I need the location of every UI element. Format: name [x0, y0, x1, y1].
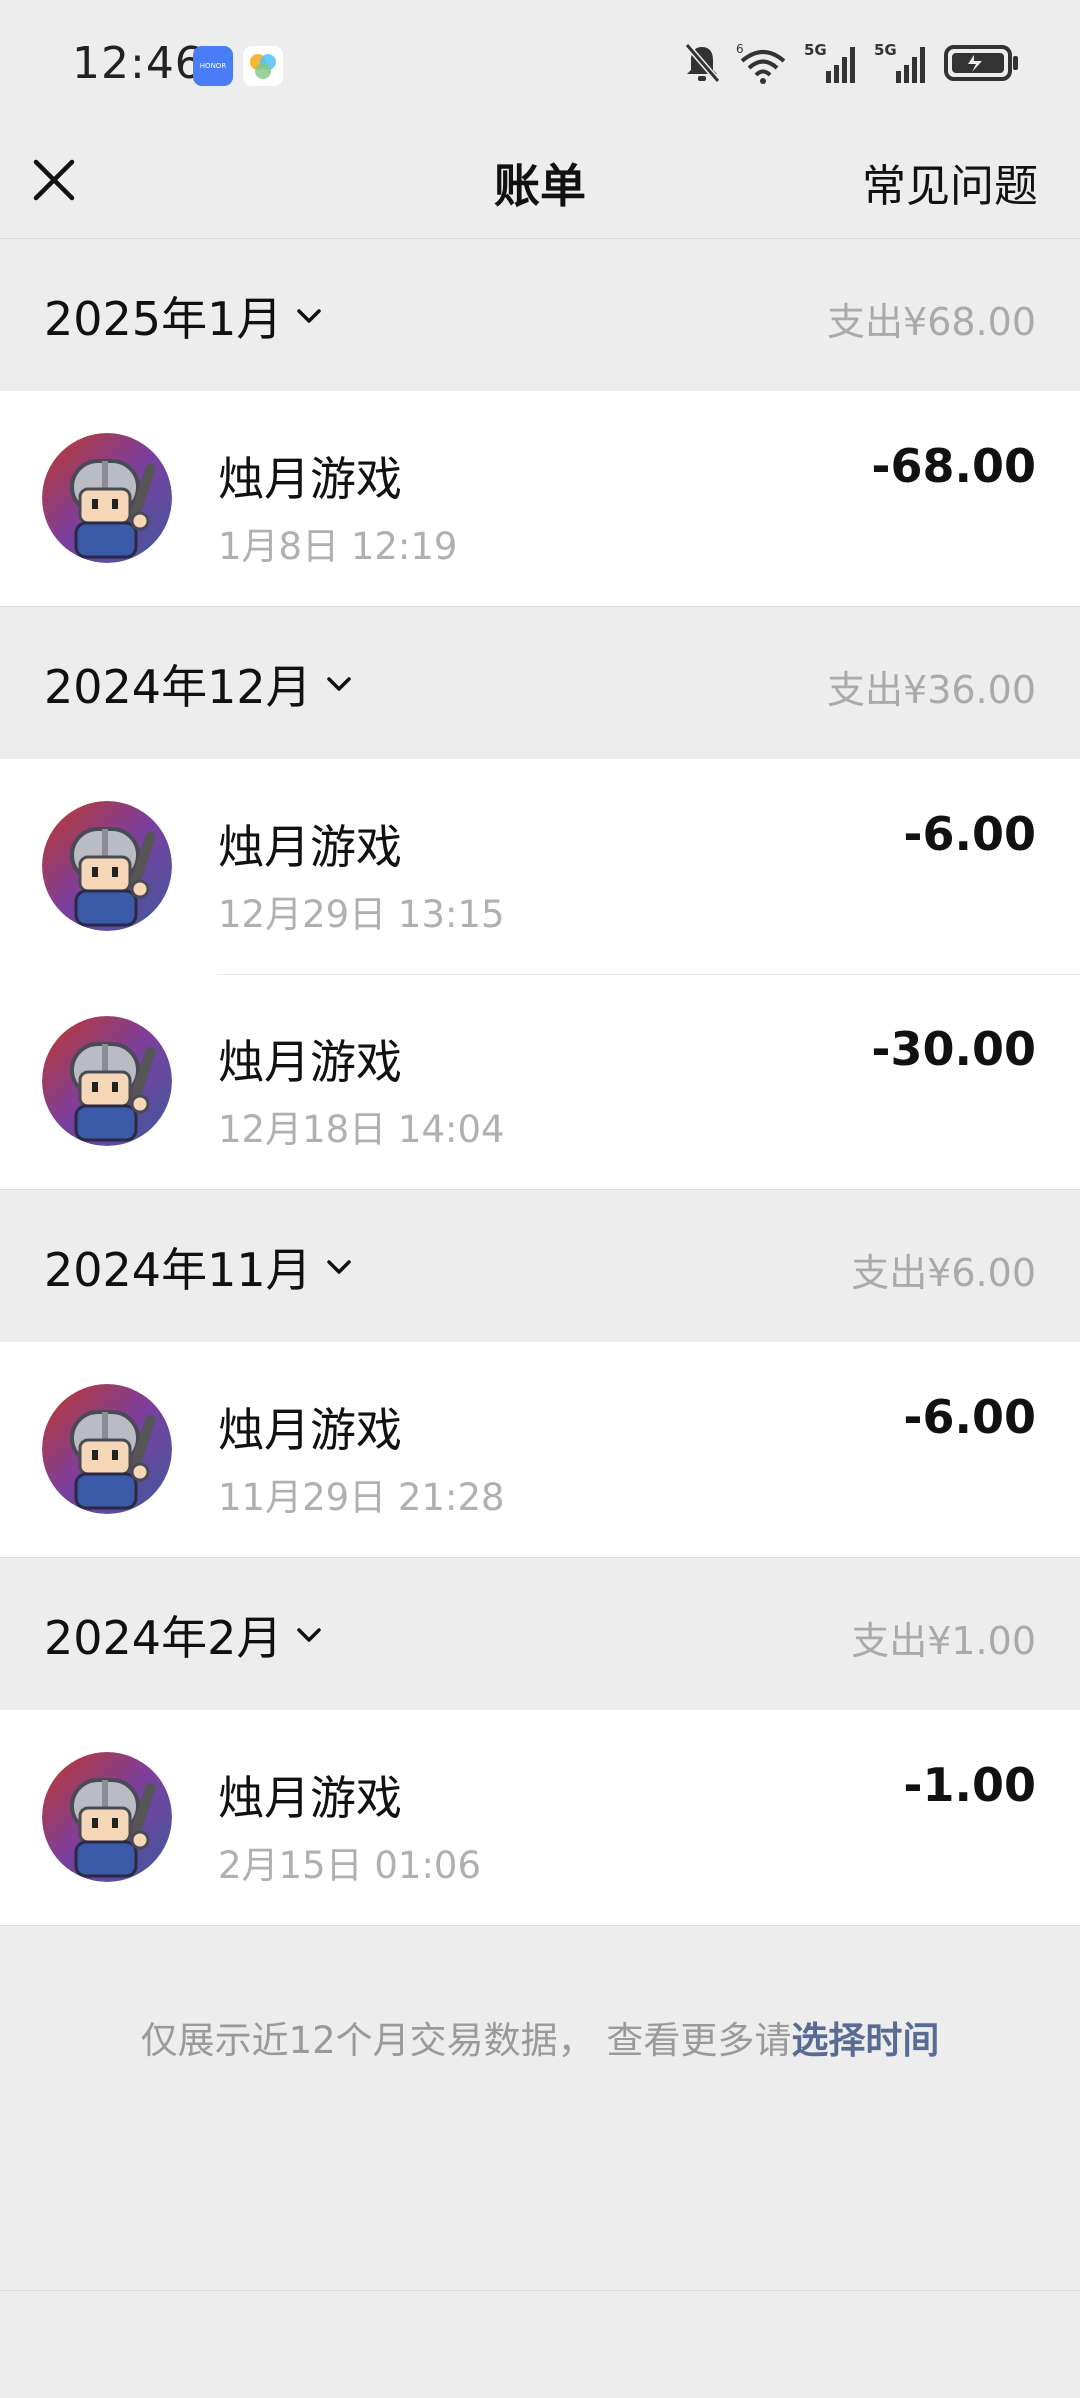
- merchant-name: 烛月游戏: [218, 1403, 402, 1457]
- signal-5g-icon: 5G: [874, 41, 930, 89]
- month-selector[interactable]: 2024年12月: [44, 651, 356, 717]
- color-app-icon: [243, 46, 283, 86]
- month-label: 2024年11月: [44, 1243, 312, 1297]
- status-time: 12:46: [72, 38, 204, 89]
- transaction-time: 12月29日 13:15: [218, 893, 505, 936]
- transaction-amount: -30.00: [871, 1022, 1036, 1076]
- divider: [0, 2290, 1080, 2291]
- month-header: 2024年11月 支出¥6.00: [0, 1190, 1080, 1342]
- game-avatar: [42, 1384, 172, 1514]
- transaction-group: 烛月游戏 2月15日 01:06 -1.00: [0, 1710, 1080, 1926]
- faq-link[interactable]: 常见问题: [862, 150, 1038, 214]
- status-icons: 6 5G 5G: [682, 40, 1020, 90]
- chevron-down-icon: [297, 309, 322, 323]
- month-selector[interactable]: 2025年1月: [44, 283, 326, 349]
- game-avatar: [42, 801, 172, 931]
- game-avatar: [42, 1016, 172, 1146]
- chevron-down-icon: [326, 677, 351, 691]
- transaction-group: 烛月游戏 1月8日 12:19 -68.00: [0, 391, 1080, 607]
- month-spend-total: 支出¥6.00: [851, 1251, 1036, 1295]
- select-time-link[interactable]: 选择时间: [791, 2019, 939, 2062]
- transaction-amount: -1.00: [903, 1758, 1036, 1812]
- transaction-group: 烛月游戏 11月29日 21:28 -6.00: [0, 1342, 1080, 1558]
- transaction-row[interactable]: 烛月游戏 11月29日 21:28 -6.00: [0, 1342, 1080, 1557]
- transaction-amount: -68.00: [871, 439, 1036, 493]
- transaction-time: 12月18日 14:04: [218, 1108, 505, 1151]
- svg-text:5G: 5G: [874, 41, 897, 59]
- month-selector[interactable]: 2024年11月: [44, 1234, 356, 1300]
- transaction-amount: -6.00: [903, 807, 1036, 861]
- merchant-name: 烛月游戏: [218, 1771, 402, 1825]
- month-selector[interactable]: 2024年2月: [44, 1602, 326, 1668]
- transaction-time: 2月15日 01:06: [218, 1844, 482, 1887]
- transaction-time: 1月8日 12:19: [218, 525, 458, 568]
- honor-app-icon: HONOR: [193, 46, 233, 86]
- svg-text:6: 6: [736, 42, 744, 56]
- bell-off-icon: [682, 41, 722, 89]
- transaction-row[interactable]: 烛月游戏 1月8日 12:19 -68.00: [0, 391, 1080, 606]
- transaction-group: 烛月游戏 12月29日 13:15 -6.00 烛月游戏 12月18日 14:04 -30…: [0, 759, 1080, 1190]
- month-label: 2025年1月: [44, 292, 283, 346]
- merchant-name: 烛月游戏: [218, 820, 402, 874]
- close-icon: [33, 159, 75, 201]
- wifi-icon: 6: [736, 41, 790, 89]
- footer-note-text: 仅展示近12个月交易数据， 查看更多请: [140, 2019, 792, 2062]
- status-bar: 12:46 HONOR 6 5G 5G: [0, 0, 1080, 130]
- transaction-row[interactable]: 烛月游戏 12月29日 13:15 -6.00: [0, 759, 1080, 974]
- month-header: 2024年2月 支出¥1.00: [0, 1558, 1080, 1710]
- month-label: 2024年2月: [44, 1611, 283, 1665]
- merchant-name: 烛月游戏: [218, 1035, 402, 1089]
- svg-text:5G: 5G: [804, 41, 827, 59]
- footer-note: 仅展示近12个月交易数据， 查看更多请选择时间: [0, 2010, 1080, 2064]
- game-avatar: [42, 433, 172, 563]
- month-header: 2024年12月 支出¥36.00: [0, 607, 1080, 759]
- transaction-row[interactable]: 烛月游戏 2月15日 01:06 -1.00: [0, 1710, 1080, 1925]
- close-button[interactable]: [22, 148, 86, 212]
- month-header: 2025年1月 支出¥68.00: [0, 239, 1080, 391]
- nav-bar: 账单 常见问题: [0, 130, 1080, 239]
- transaction-time: 11月29日 21:28: [218, 1476, 505, 1519]
- month-spend-total: 支出¥1.00: [851, 1619, 1036, 1663]
- merchant-name: 烛月游戏: [218, 452, 402, 506]
- battery-charging-icon: [944, 43, 1020, 87]
- chevron-down-icon: [326, 1260, 351, 1274]
- month-label: 2024年12月: [44, 660, 312, 714]
- transaction-amount: -6.00: [903, 1390, 1036, 1444]
- game-avatar: [42, 1752, 172, 1882]
- month-spend-total: 支出¥36.00: [827, 668, 1036, 712]
- signal-5g-icon: 5G: [804, 41, 860, 89]
- month-spend-total: 支出¥68.00: [827, 300, 1036, 344]
- bill-list: 2025年1月 支出¥68.00 烛月游戏 1月8日 12:19 -68.00 2024年…: [0, 239, 1080, 1926]
- transaction-row[interactable]: 烛月游戏 12月18日 14:04 -30.00: [0, 974, 1080, 1189]
- chevron-down-icon: [297, 1628, 322, 1642]
